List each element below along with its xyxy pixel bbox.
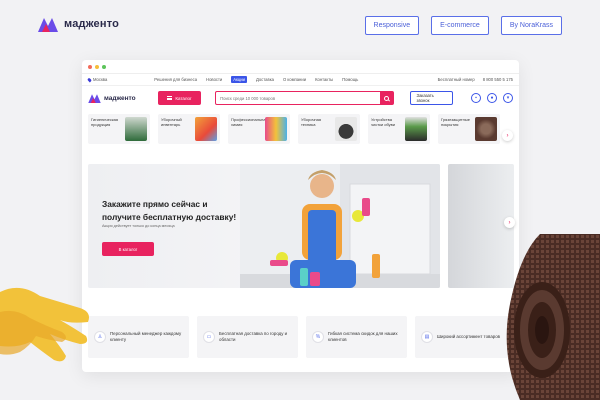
hero-woman-cleaning-image	[240, 164, 440, 288]
location-pin-icon	[87, 77, 92, 82]
search-bar	[215, 91, 394, 105]
category-label: Профессиональная химия	[231, 117, 268, 128]
tag-author: By NoraKrass	[500, 16, 562, 35]
call-request-button[interactable]: Заказать звонок	[409, 91, 453, 105]
category-label: Грязезащитные покрытия	[441, 117, 470, 128]
assortment-icon: ▤	[421, 331, 433, 343]
hero-title-line2: получите бесплатную доставку!	[102, 211, 237, 222]
presentation-logo: мадженто	[38, 16, 119, 32]
features-row: ♙ Персональный менеджер каждому клиенту …	[88, 316, 516, 358]
shoe-cleaner-image	[405, 117, 427, 141]
tag-responsive: Responsive	[364, 16, 420, 35]
cleaning-tools-image	[195, 117, 217, 141]
site-logo[interactable]: мадженто	[88, 93, 150, 103]
discount-icon: %	[312, 331, 324, 343]
feature-card: % Гибкая система скидок для наших клиент…	[306, 316, 407, 358]
hero-catalog-button[interactable]: В каталог	[102, 242, 154, 256]
category-card[interactable]: Уборочный инвентарь	[158, 114, 220, 144]
category-card[interactable]: Грязезащитные покрытия	[438, 114, 500, 144]
maximize-dot-icon[interactable]	[102, 64, 106, 69]
browser-chrome	[82, 60, 519, 74]
catalog-label: Каталог	[175, 95, 192, 101]
top-navigation: Москва Решения для бизнеса Новости Акции…	[82, 74, 519, 86]
search-button[interactable]	[379, 92, 393, 104]
category-label: Уборочная техника	[301, 117, 322, 128]
category-label: Устройства чистки обуви	[371, 117, 396, 128]
feature-card: ▭ Бесплатная доставка по городу и област…	[197, 316, 298, 358]
nav-link-business[interactable]: Решения для бизнеса	[154, 77, 197, 82]
category-card[interactable]: Устройства чистки обуви	[368, 114, 430, 144]
nav-link-help[interactable]: Помощь	[342, 77, 358, 82]
category-label: Гигиеническая продукция	[91, 117, 119, 128]
menu-icon	[167, 96, 173, 100]
brand-name: мадженто	[64, 18, 120, 30]
feature-label: Бесплатная доставка по городу и области	[219, 331, 288, 342]
nav-link-delivery[interactable]: Доставка	[256, 77, 274, 82]
tag-ecommerce: E-commerce	[431, 16, 489, 35]
category-card[interactable]: Уборочная техника	[298, 114, 360, 144]
rubber-gloves-image	[0, 287, 89, 362]
feature-card: ♙ Персональный менеджер каждому клиенту	[88, 316, 189, 358]
hero-title: Закажите прямо сейчас и получите бесплат…	[102, 198, 236, 223]
minimize-dot-icon[interactable]	[95, 64, 99, 69]
feature-label: Персональный менеджер каждому клиенту	[110, 331, 182, 342]
city-label: Москва	[93, 77, 108, 82]
search-input[interactable]	[216, 95, 380, 101]
brand-logo-icon	[38, 18, 58, 32]
mat-roll-image	[475, 117, 497, 141]
category-strip: Гигиеническая продукция Уборочный инвент…	[82, 110, 519, 150]
category-card[interactable]: Гигиеническая продукция	[88, 114, 150, 144]
delivery-icon: ▭	[203, 331, 215, 343]
category-label: Уборочный инвентарь	[161, 117, 182, 128]
slider-next-arrow-icon[interactable]: ›	[504, 217, 515, 228]
header-icons: ▪ ● ▾	[471, 93, 513, 103]
city-selector[interactable]: Москва	[87, 77, 108, 82]
phone-number[interactable]: 8 800 550 5 175	[483, 77, 513, 82]
mat-roll-image	[506, 234, 600, 400]
nav-link-news[interactable]: Новости	[206, 77, 222, 82]
nav-link-promo[interactable]: Акции	[231, 76, 247, 83]
feature-label: Широкий ассортимент товаров	[437, 334, 500, 340]
nav-link-about[interactable]: О компании	[283, 77, 306, 82]
chart-icon[interactable]: ▪	[471, 93, 481, 103]
free-number-label: Бесплатный номер	[437, 77, 475, 82]
categories-next-arrow-icon[interactable]: ›	[502, 130, 513, 141]
project-tags: Responsive E-commerce By NoraKrass	[364, 16, 562, 35]
close-dot-icon[interactable]	[88, 64, 92, 69]
cart-icon[interactable]: ▾	[503, 93, 513, 103]
hero-banner: Закажите прямо сейчас и получите бесплат…	[88, 164, 440, 288]
catalog-button[interactable]: Каталог	[157, 91, 202, 105]
site-header: мадженто Каталог Заказать звонок ▪ ● ▾	[82, 86, 519, 110]
category-card[interactable]: Профессиональная химия	[228, 114, 290, 144]
search-icon	[383, 95, 389, 101]
browser-window: Москва Решения для бизнеса Новости Акции…	[82, 60, 519, 372]
nav-link-contacts[interactable]: Контакты	[315, 77, 333, 82]
user-icon[interactable]: ●	[487, 93, 497, 103]
hero-subtitle: Акция действует только до конца месяца	[102, 224, 175, 228]
site-brand-name: мадженто	[104, 94, 136, 102]
hero-title-line1: Закажите прямо сейчас и	[102, 199, 208, 209]
brand-logo-icon	[88, 94, 101, 103]
hygiene-product-image	[125, 117, 147, 141]
chemicals-image	[265, 117, 287, 141]
cleaning-machine-image	[335, 117, 357, 141]
feature-label: Гибкая система скидок для наших клиентов	[328, 331, 398, 342]
